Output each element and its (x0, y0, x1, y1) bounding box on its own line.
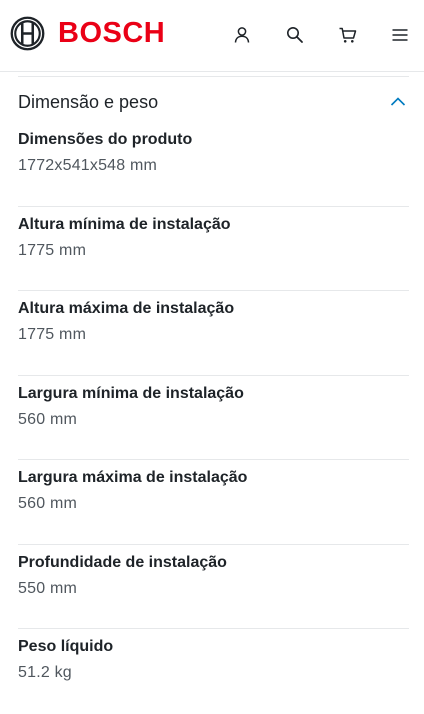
spec-label: Largura mínima de instalação (18, 384, 244, 402)
menu-button[interactable] (387, 22, 413, 48)
brand-wordmark: BOSCH (58, 16, 166, 49)
spec-row: Dimensões do produto 1772x541x548 mm (18, 122, 409, 207)
dimension-weight-accordion-header[interactable]: Dimensão e peso (18, 88, 409, 116)
spec-label: Altura mínima de instalação (18, 215, 231, 233)
spec-value: 560 mm (18, 410, 77, 428)
spec-label: Altura máxima de instalação (18, 300, 235, 317)
account-button[interactable] (229, 22, 255, 48)
spec-row: Altura mínima de instalação 1775 mm (18, 207, 409, 291)
spec-row: Peso líquido 51.2 kg (18, 629, 409, 714)
spec-label: Profundidade de instalação (18, 553, 227, 571)
user-icon (234, 27, 250, 43)
spec-label: Largura máxima de instalação (18, 469, 248, 486)
spec-label: Peso líquido (18, 638, 114, 655)
search-icon (287, 27, 303, 43)
menu-icon (392, 29, 408, 41)
cart-button[interactable] (335, 22, 361, 48)
spec-row: Altura máxima de instalação 1775 mm (18, 291, 409, 376)
spec-row: Largura mínima de instalação 560 mm (18, 376, 409, 460)
site-header: BOSCH (0, 0, 424, 72)
spec-value: 560 mm (18, 495, 77, 512)
search-button[interactable] (282, 22, 308, 48)
spec-label: Dimensões do produto (18, 131, 193, 148)
section-divider (18, 76, 409, 77)
spec-value: 550 mm (18, 579, 77, 597)
spec-value: 51.2 kg (18, 664, 72, 681)
cart-icon (339, 27, 357, 43)
spec-value: 1775 mm (18, 241, 87, 259)
spec-row: Largura máxima de instalação 560 mm (18, 460, 409, 545)
bosch-armature-icon (10, 16, 45, 50)
spec-value: 1775 mm (18, 326, 87, 343)
chevron-up-icon[interactable] (389, 93, 407, 111)
spec-row: Profundidade de instalação 550 mm (18, 545, 409, 629)
spec-list: Dimensões do produto 1772x541x548 mm Alt… (18, 122, 409, 714)
spec-value: 1772x541x548 mm (18, 157, 158, 174)
bosch-logo[interactable]: BOSCH (10, 15, 165, 51)
section-title: Dimensão e peso (18, 91, 159, 112)
